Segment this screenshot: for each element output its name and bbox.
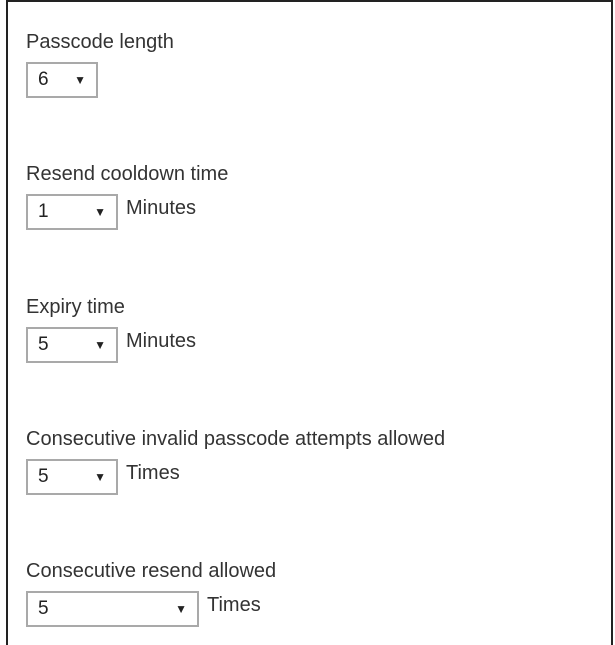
expiry-time-control: 5 ▼ Minutes <box>26 327 196 363</box>
expiry-time-value: 5 <box>38 334 49 355</box>
resend-cooldown-unit: Minutes <box>126 197 197 219</box>
consecutive-resend-select[interactable]: 5 ▼ <box>26 591 199 627</box>
resend-cooldown-control: 1 ▼ Minutes <box>26 194 228 230</box>
resend-cooldown-value: 1 <box>38 201 49 222</box>
passcode-length-control: 6 ▼ <box>26 62 174 98</box>
passcode-length-select[interactable]: 6 ▼ <box>26 62 98 98</box>
chevron-down-icon: ▼ <box>94 470 106 484</box>
passcode-length-setting: Passcode length 6 ▼ <box>26 30 174 98</box>
invalid-attempts-setting: Consecutive invalid passcode attempts al… <box>26 427 445 495</box>
invalid-attempts-label: Consecutive invalid passcode attempts al… <box>26 428 446 450</box>
resend-cooldown-label: Resend cooldown time <box>26 163 229 185</box>
settings-panel: Passcode length 6 ▼ Resend cooldown time… <box>6 0 613 645</box>
invalid-attempts-value: 5 <box>38 466 49 487</box>
resend-cooldown-select[interactable]: 1 ▼ <box>26 194 118 230</box>
expiry-time-select[interactable]: 5 ▼ <box>26 327 118 363</box>
chevron-down-icon: ▼ <box>94 205 106 219</box>
expiry-time-unit: Minutes <box>126 330 197 352</box>
invalid-attempts-unit: Times <box>126 462 180 484</box>
passcode-length-value: 6 <box>38 69 49 90</box>
consecutive-resend-label: Consecutive resend allowed <box>26 560 277 582</box>
passcode-length-label: Passcode length <box>26 31 174 53</box>
chevron-down-icon: ▼ <box>74 73 86 87</box>
expiry-time-label: Expiry time <box>26 296 125 318</box>
consecutive-resend-unit: Times <box>207 594 261 616</box>
chevron-down-icon: ▼ <box>175 602 187 616</box>
chevron-down-icon: ▼ <box>94 338 106 352</box>
consecutive-resend-value: 5 <box>38 598 49 619</box>
expiry-time-setting: Expiry time 5 ▼ Minutes <box>26 295 196 363</box>
invalid-attempts-select[interactable]: 5 ▼ <box>26 459 118 495</box>
invalid-attempts-control: 5 ▼ Times <box>26 459 445 495</box>
consecutive-resend-setting: Consecutive resend allowed 5 ▼ Times <box>26 559 276 627</box>
resend-cooldown-setting: Resend cooldown time 1 ▼ Minutes <box>26 162 228 230</box>
consecutive-resend-control: 5 ▼ Times <box>26 591 276 627</box>
